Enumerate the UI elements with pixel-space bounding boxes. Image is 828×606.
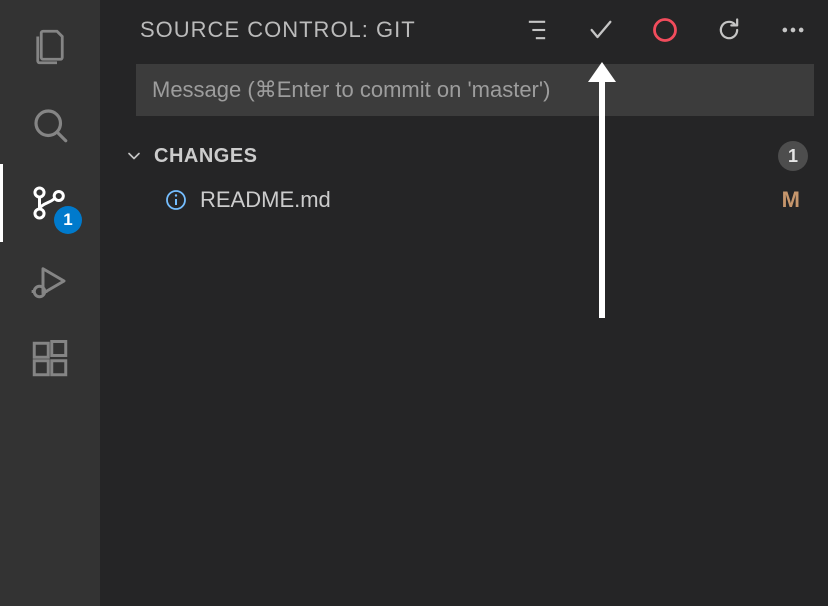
panel-actions [522,15,808,45]
commit-message-input[interactable] [152,77,798,103]
changed-file-row[interactable]: README.md M [100,178,828,222]
refresh-button[interactable] [714,15,744,45]
search-icon [29,104,71,146]
check-icon [587,16,615,44]
more-actions-button[interactable] [778,15,808,45]
file-status-modified: M [782,187,800,213]
files-icon [29,26,71,68]
activity-run-debug[interactable] [0,242,100,320]
activity-bar: 1 [0,0,100,606]
refresh-icon [715,16,743,44]
commit-message-box[interactable] [136,64,814,116]
circle-action-button[interactable] [650,15,680,45]
info-icon [164,188,188,212]
activity-extensions[interactable] [0,320,100,398]
activity-source-control[interactable]: 1 [0,164,100,242]
changes-label: CHANGES [154,145,778,168]
panel-title: SOURCE CONTROL: GIT [140,17,522,43]
changes-count-badge: 1 [778,141,808,171]
activity-search[interactable] [0,86,100,164]
source-control-panel: SOURCE CONTROL: GIT [100,0,828,606]
panel-header: SOURCE CONTROL: GIT [100,14,828,64]
commit-button[interactable] [586,15,616,45]
extensions-icon [29,338,71,380]
circle-icon [651,16,679,44]
list-tree-icon [523,16,551,44]
ellipsis-icon [779,16,807,44]
file-name: README.md [200,187,782,213]
debug-icon [29,260,71,302]
source-control-badge: 1 [54,206,82,234]
view-tree-button[interactable] [522,15,552,45]
activity-explorer[interactable] [0,8,100,86]
changes-section-header[interactable]: CHANGES 1 [100,134,828,178]
chevron-down-icon [124,146,144,166]
